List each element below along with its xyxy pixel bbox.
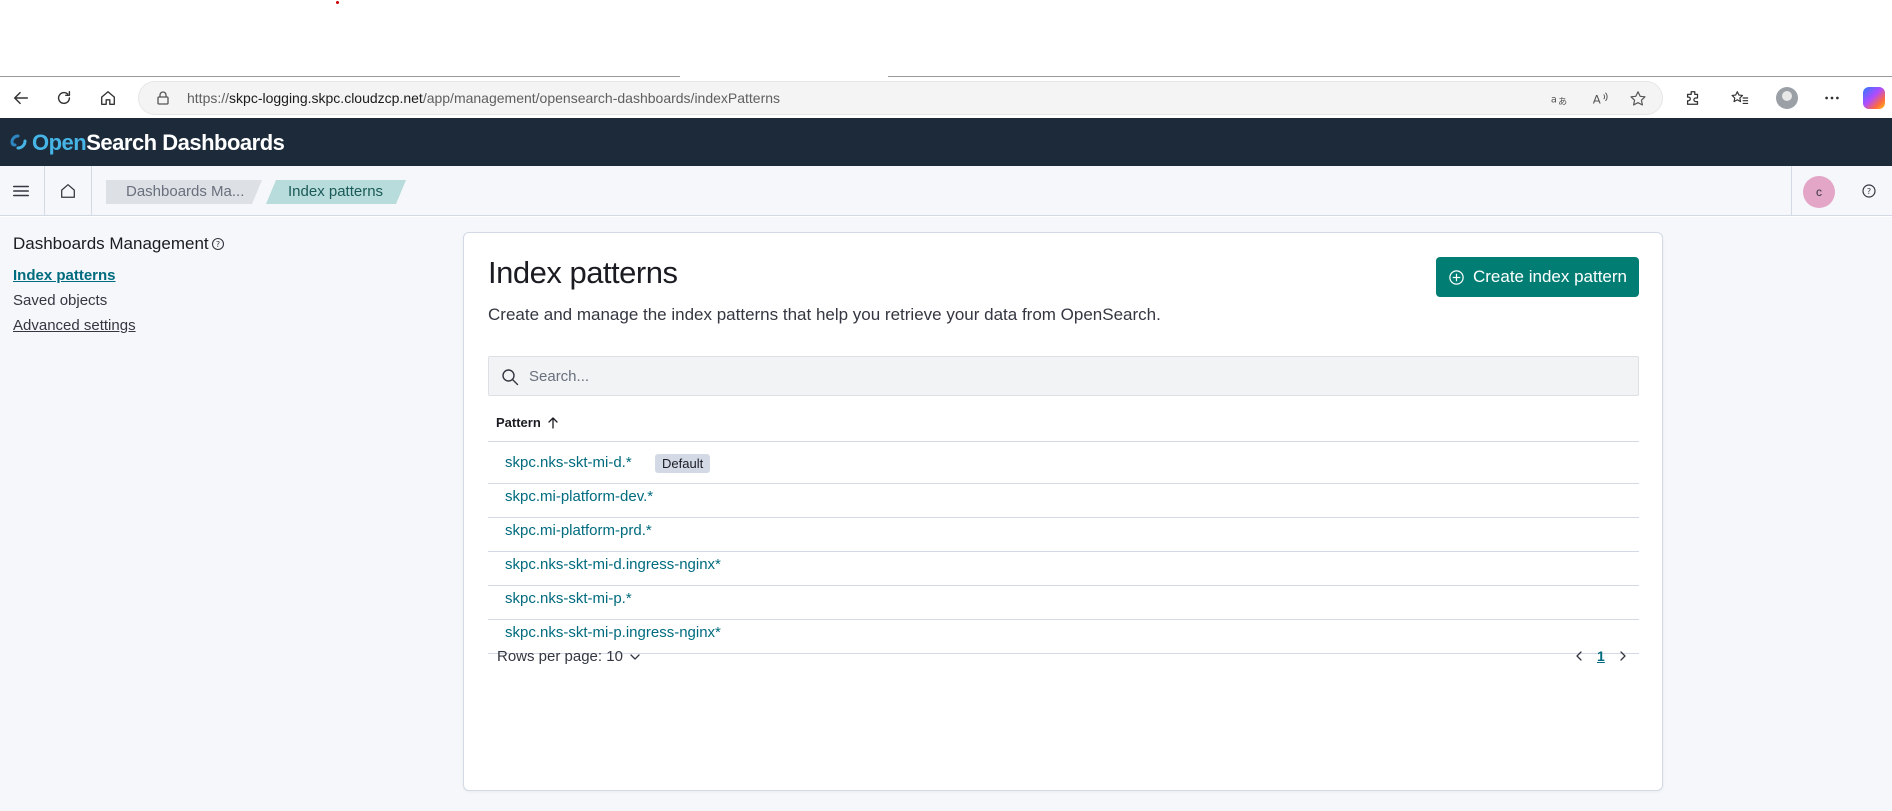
- opensearch-logo[interactable]: OpenSearch Dashboards: [8, 130, 285, 156]
- index-pattern-link[interactable]: skpc.mi-platform-prd.*: [505, 522, 652, 539]
- browser-toolbar: https://skpc-logging.skpc.cloudzcp.net/a…: [0, 78, 1892, 118]
- index-pattern-link[interactable]: skpc.nks-skt-mi-p.*: [505, 590, 632, 607]
- cursor-dot: [336, 1, 339, 4]
- index-pattern-link[interactable]: skpc.mi-platform-dev.*: [505, 488, 653, 505]
- search-field[interactable]: [488, 356, 1639, 396]
- refresh-icon[interactable]: [52, 86, 76, 110]
- previous-page-icon[interactable]: [1569, 646, 1589, 666]
- index-pattern-link[interactable]: skpc.nks-skt-mi-p.ingress-nginx*: [505, 624, 721, 641]
- tab-divider: [888, 76, 1892, 77]
- page-body: Dashboards Management ? Index patterns S…: [0, 217, 1892, 811]
- home-nav-icon[interactable]: [55, 178, 81, 204]
- favorites-icon[interactable]: [1728, 86, 1752, 110]
- home-icon[interactable]: [96, 86, 120, 110]
- create-button-label: Create index pattern: [1472, 267, 1628, 286]
- read-aloud-icon[interactable]: A: [1590, 89, 1610, 109]
- breadcrumb-dashboards-management[interactable]: Dashboards Ma...: [106, 180, 262, 204]
- sidebar-title: Dashboards Management: [13, 234, 209, 253]
- column-header-pattern[interactable]: Pattern: [496, 415, 560, 430]
- plus-circle-icon: [1449, 269, 1464, 285]
- column-header-label: Pattern: [496, 415, 541, 430]
- copilot-icon[interactable]: [1863, 87, 1885, 109]
- index-patterns-panel: Index patterns Create and manage the ind…: [463, 232, 1663, 791]
- opensearch-mark-icon: [10, 134, 27, 150]
- svg-text:?: ?: [1867, 187, 1871, 196]
- sort-ascending-icon[interactable]: [546, 416, 560, 430]
- app-header: OpenSearch Dashboards: [0, 118, 1892, 166]
- help-icon[interactable]: ?: [1860, 182, 1878, 200]
- pagination: 1: [1569, 646, 1633, 666]
- rows-per-page-label: Rows per page: 10: [497, 648, 623, 665]
- more-icon[interactable]: [1820, 86, 1844, 110]
- default-badge: Default: [655, 454, 711, 473]
- table-row: skpc.nks-skt-mi-p.ingress-nginx*: [488, 613, 1639, 654]
- url-text[interactable]: https://skpc-logging.skpc.cloudzcp.net/a…: [187, 90, 780, 106]
- svg-text:A: A: [1593, 93, 1601, 107]
- index-pattern-link[interactable]: skpc.nks-skt-mi-d.ingress-nginx*: [505, 556, 721, 573]
- user-avatar[interactable]: c: [1803, 176, 1835, 208]
- help-icon[interactable]: ?: [211, 237, 225, 251]
- favorite-star-icon[interactable]: [1628, 89, 1648, 109]
- tab-divider: [0, 76, 680, 77]
- app-nav-bar: Dashboards Ma... Index patterns c ?: [0, 166, 1892, 216]
- svg-text:a: a: [1551, 95, 1557, 106]
- window-top-area: [0, 0, 1892, 78]
- extensions-icon[interactable]: [1681, 86, 1705, 110]
- page-description: Create and manage the index patterns tha…: [488, 305, 1161, 324]
- rows-per-page-selector[interactable]: Rows per page: 10: [497, 648, 641, 665]
- translate-icon[interactable]: aあ: [1549, 89, 1569, 109]
- page-number-button[interactable]: 1: [1597, 648, 1605, 664]
- svg-text:?: ?: [216, 240, 220, 249]
- search-input[interactable]: [529, 357, 1629, 395]
- address-bar[interactable]: https://skpc-logging.skpc.cloudzcp.net/a…: [138, 81, 1663, 115]
- brand-name: OpenSearch Dashboards: [32, 130, 285, 155]
- lock-icon[interactable]: [155, 90, 171, 106]
- menu-icon[interactable]: [8, 178, 34, 204]
- back-icon[interactable]: [9, 86, 33, 110]
- nav-divider: [91, 166, 92, 216]
- profile-icon[interactable]: [1776, 87, 1798, 109]
- nav-divider: [44, 166, 45, 216]
- index-pattern-link[interactable]: skpc.nks-skt-mi-d.*: [505, 454, 632, 471]
- next-page-icon[interactable]: [1613, 646, 1633, 666]
- sidebar-item-advanced-settings[interactable]: Advanced settings: [13, 317, 136, 334]
- create-index-pattern-button[interactable]: Create index pattern: [1436, 257, 1639, 297]
- sidebar-item-index-patterns[interactable]: Index patterns: [13, 267, 116, 284]
- chevron-down-icon: [630, 653, 640, 660]
- nav-divider: [1791, 166, 1792, 216]
- svg-text:あ: あ: [1558, 96, 1567, 107]
- sidebar-item-saved-objects[interactable]: Saved objects: [13, 292, 107, 309]
- page-title: Index patterns: [488, 255, 678, 290]
- breadcrumb-index-patterns: Index patterns: [266, 180, 406, 204]
- search-icon: [502, 369, 519, 386]
- table-header: Pattern: [488, 401, 1639, 442]
